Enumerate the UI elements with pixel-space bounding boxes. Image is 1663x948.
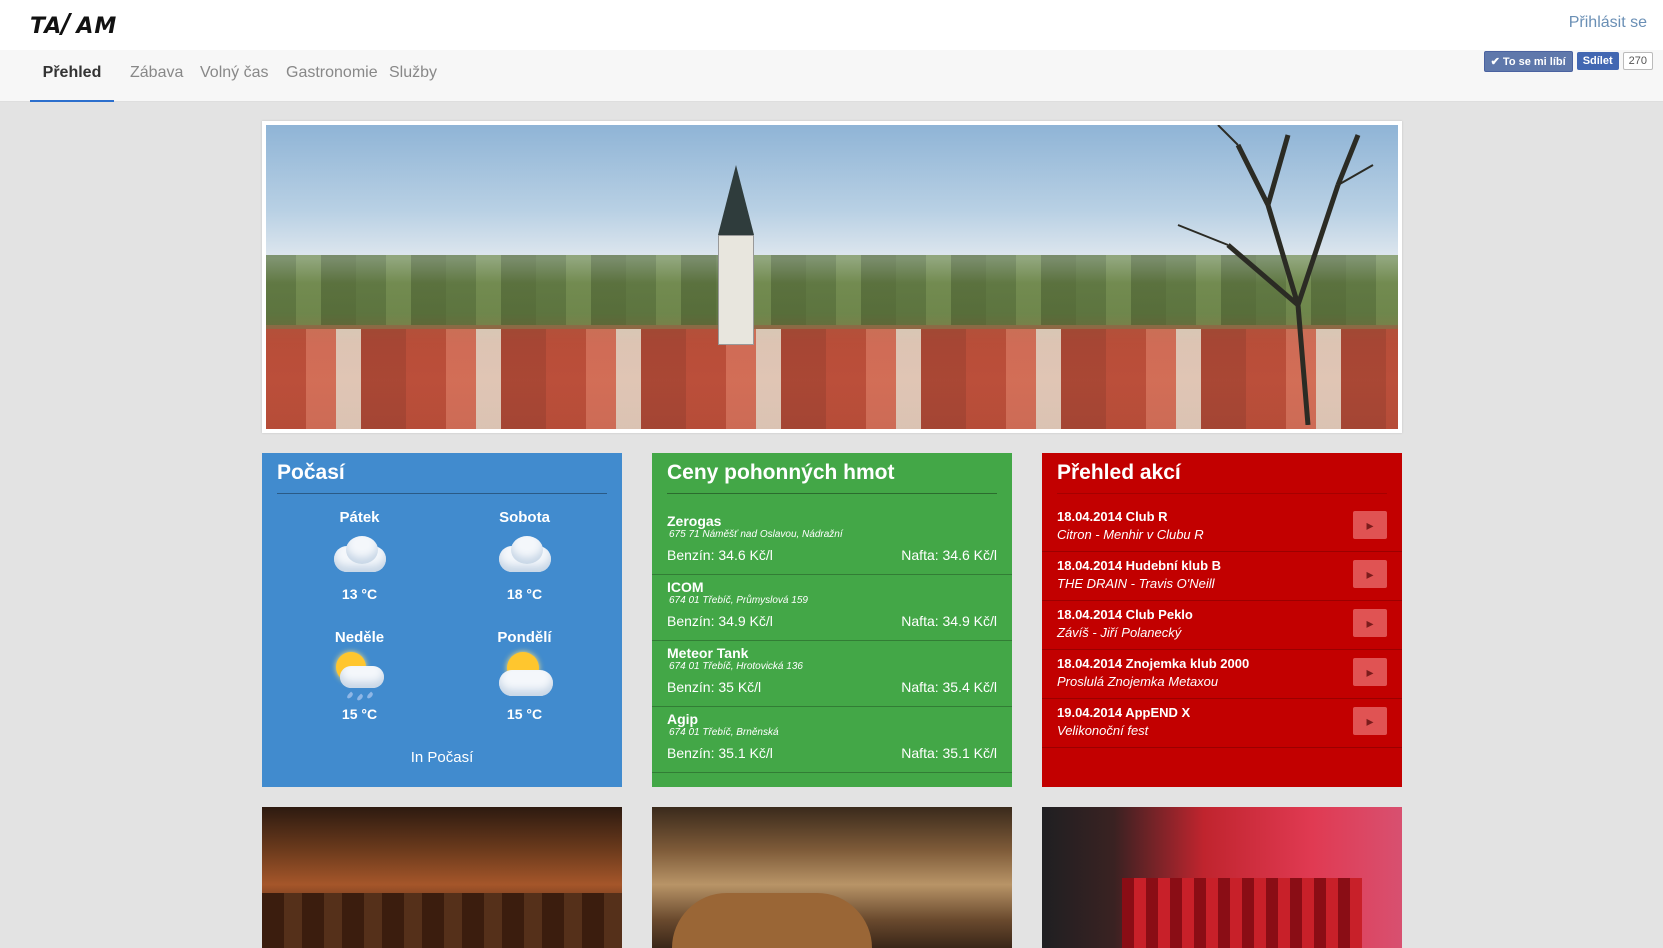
tree-branches-decoration bbox=[1177, 125, 1374, 425]
event-title: 18.04.2014 Znojemka klub 2000 bbox=[1057, 656, 1250, 671]
diesel-price: Nafta: 35.1 Kč/l bbox=[901, 745, 997, 761]
events-card: Přehled akcí 18.04.2014 Club R Citron - … bbox=[1042, 453, 1402, 787]
event-row[interactable]: 18.04.2014 Hudební klub B THE DRAIN - Tr… bbox=[1042, 552, 1402, 601]
event-subtitle: Závíš - Jiří Polanecký bbox=[1057, 625, 1182, 640]
event-row[interactable]: 18.04.2014 Znojemka klub 2000 Proslulá Z… bbox=[1042, 650, 1402, 699]
cloudy-icon bbox=[495, 532, 555, 582]
diesel-price: Nafta: 34.9 Kč/l bbox=[901, 613, 997, 629]
fuel-station-list: Zerogas 675 71 Náměšť nad Oslavou, Nádra… bbox=[652, 509, 1012, 773]
station-address: 674 01 Třebíč, Hrotovická 136 bbox=[669, 661, 803, 672]
forecast-temp: 18 °C bbox=[506, 586, 543, 602]
event-row[interactable]: 18.04.2014 Club R Citron - Menhir v Club… bbox=[1042, 503, 1402, 552]
social-buttons: ✔ To se mi líbí Sdílet 270 bbox=[1483, 50, 1653, 72]
event-title: 18.04.2014 Hudební klub B bbox=[1057, 558, 1222, 573]
forecast-temp: 15 °C bbox=[341, 706, 378, 722]
event-row[interactable]: 18.04.2014 Club Peklo Závíš - Jiří Polan… bbox=[1042, 601, 1402, 650]
site-logo[interactable]: TA AM bbox=[30, 13, 117, 41]
event-title: 18.04.2014 Club Peklo bbox=[1057, 607, 1193, 622]
facebook-like-button[interactable]: ✔ To se mi líbí bbox=[1483, 50, 1573, 72]
club-interior-photo[interactable] bbox=[1042, 807, 1402, 948]
weather-more-link[interactable]: In Počasí bbox=[262, 749, 622, 766]
nav-item-prehled[interactable]: Přehled bbox=[30, 64, 114, 102]
event-subtitle: THE DRAIN - Travis O'Neill bbox=[1057, 576, 1215, 591]
sun-rain-icon bbox=[330, 652, 390, 702]
main-navigation: Přehled Zábava Volný čas Gastronomie Slu… bbox=[0, 50, 1663, 102]
station-name: Meteor Tank bbox=[667, 645, 749, 661]
petrol-price: Benzín: 34.9 Kč/l bbox=[667, 613, 773, 629]
chevron-right-icon[interactable]: ▸ bbox=[1353, 658, 1387, 686]
event-subtitle: Citron - Menhir v Clubu R bbox=[1057, 527, 1204, 542]
petrol-price: Benzín: 35 Kč/l bbox=[667, 679, 762, 695]
forecast-day: Pátek 13 °C bbox=[277, 509, 442, 602]
forecast-day: Sobota 18 °C bbox=[442, 509, 607, 602]
chevron-right-icon[interactable]: ▸ bbox=[1353, 511, 1387, 539]
event-title: 19.04.2014 AppEND X bbox=[1057, 705, 1191, 720]
forecast-temp: 13 °C bbox=[341, 586, 378, 602]
nav-item-zabava[interactable]: Zábava bbox=[130, 64, 183, 102]
fuel-station-row[interactable]: Agip 674 01 Třebíč, Brněnská Benzín: 35.… bbox=[652, 707, 1012, 773]
top-bar: TA AM Přihlásit se bbox=[0, 0, 1663, 50]
facebook-share-button[interactable]: Sdílet bbox=[1576, 52, 1619, 70]
forecast-day: Pondělí 15 °C bbox=[442, 629, 607, 722]
weather-card: Počasí Pátek 13 °C Sobota 18 °C Neděle 1… bbox=[262, 453, 622, 787]
event-list: 18.04.2014 Club R Citron - Menhir v Club… bbox=[1042, 503, 1402, 748]
cloudy-icon bbox=[330, 532, 390, 582]
pub-interior-photo[interactable] bbox=[652, 807, 1012, 948]
fuel-station-row[interactable]: Meteor Tank 674 01 Třebíč, Hrotovická 13… bbox=[652, 641, 1012, 707]
nav-item-sluzby[interactable]: Služby bbox=[389, 64, 437, 102]
station-name: Agip bbox=[667, 711, 699, 727]
forecast-day-name: Pátek bbox=[339, 509, 380, 526]
petrol-price: Benzín: 34.6 Kč/l bbox=[667, 547, 773, 563]
diesel-price: Nafta: 34.6 Kč/l bbox=[901, 547, 997, 563]
share-count: 270 bbox=[1622, 52, 1653, 70]
chevron-right-icon[interactable]: ▸ bbox=[1353, 707, 1387, 735]
events-title: Přehled akcí bbox=[1057, 461, 1181, 484]
town-panorama-image bbox=[266, 125, 1398, 429]
weather-title: Počasí bbox=[277, 461, 345, 484]
event-row[interactable]: 19.04.2014 AppEND X Velikonoční fest ▸ bbox=[1042, 699, 1402, 748]
station-address: 675 71 Náměšť nad Oslavou, Nádražní bbox=[669, 529, 843, 540]
fuel-title: Ceny pohonných hmot bbox=[667, 461, 895, 484]
event-subtitle: Proslulá Znojemka Metaxou bbox=[1057, 674, 1219, 689]
forecast-day-name: Sobota bbox=[499, 509, 550, 526]
nav-item-volny-cas[interactable]: Volný čas bbox=[200, 64, 268, 102]
fuel-station-row[interactable]: Zerogas 675 71 Náměšť nad Oslavou, Nádra… bbox=[652, 509, 1012, 575]
station-name: ICOM bbox=[667, 579, 704, 595]
forecast-day-name: Neděle bbox=[334, 629, 385, 646]
sun-cloud-icon bbox=[495, 652, 555, 702]
chevron-right-icon[interactable]: ▸ bbox=[1353, 560, 1387, 588]
event-title: 18.04.2014 Club R bbox=[1057, 509, 1168, 524]
station-address: 674 01 Třebíč, Brněnská bbox=[669, 727, 779, 738]
hero-banner bbox=[262, 121, 1402, 433]
diesel-price: Nafta: 35.4 Kč/l bbox=[901, 679, 997, 695]
chevron-right-icon[interactable]: ▸ bbox=[1353, 609, 1387, 637]
bar-interior-photo[interactable] bbox=[262, 807, 622, 948]
forecast-day-name: Pondělí bbox=[497, 629, 552, 646]
station-name: Zerogas bbox=[667, 513, 722, 529]
fuel-station-row[interactable]: ICOM 674 01 Třebíč, Průmyslová 159 Benzí… bbox=[652, 575, 1012, 641]
login-link[interactable]: Přihlásit se bbox=[1569, 14, 1647, 32]
fuel-prices-card: Ceny pohonných hmot Zerogas 675 71 Náměš… bbox=[652, 453, 1012, 787]
forecast-day: Neděle 15 °C bbox=[277, 629, 442, 722]
forecast-temp: 15 °C bbox=[506, 706, 543, 722]
petrol-price: Benzín: 35.1 Kč/l bbox=[667, 745, 773, 761]
station-address: 674 01 Třebíč, Průmyslová 159 bbox=[669, 595, 808, 606]
event-subtitle: Velikonoční fest bbox=[1057, 723, 1149, 738]
nav-item-gastronomie[interactable]: Gastronomie bbox=[286, 64, 378, 102]
